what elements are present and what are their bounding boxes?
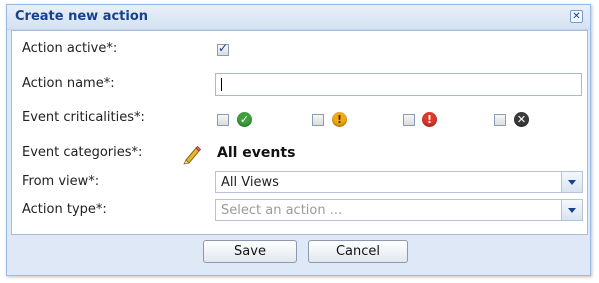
ok-status-icon: ✓ (237, 112, 252, 127)
action-active-checkbox[interactable] (217, 41, 229, 56)
event-categories-label: Event categories*: (22, 145, 143, 160)
criticality-warning-checkbox[interactable] (312, 114, 324, 126)
critical-status-icon: ! (422, 112, 437, 127)
dialog-title: Create new action (15, 9, 149, 24)
dialog-body: Action active*: Action name*: Event crit… (11, 30, 588, 235)
chevron-down-icon[interactable] (561, 200, 582, 220)
action-name-label: Action name*: (22, 76, 115, 91)
action-type-select[interactable]: Select an action ... (215, 199, 583, 221)
action-name-input[interactable] (215, 73, 582, 96)
criticality-critical-checkbox[interactable] (403, 114, 415, 126)
from-view-select[interactable]: All Views (215, 171, 583, 193)
dialog-titlebar[interactable]: Create new action ✕ (7, 5, 590, 30)
create-action-dialog: Create new action ✕ Action active*: Acti… (6, 4, 591, 276)
criticality-ok-checkbox[interactable] (217, 114, 229, 126)
cancel-button[interactable]: Cancel (308, 240, 408, 263)
event-criticalities-label: Event criticalities*: (22, 110, 145, 125)
action-active-label: Action active*: (22, 41, 118, 56)
from-view-label: From view*: (22, 174, 100, 189)
criticality-unknown-checkbox[interactable] (494, 114, 506, 126)
close-icon: ✕ (572, 11, 581, 22)
action-type-placeholder: Select an action ... (221, 203, 343, 218)
action-type-label: Action type*: (22, 202, 107, 217)
chevron-down-icon[interactable] (561, 172, 582, 192)
save-button[interactable]: Save (203, 240, 297, 263)
unknown-status-icon: ✕ (514, 112, 529, 127)
pencil-icon[interactable] (182, 145, 202, 165)
from-view-value: All Views (221, 175, 279, 190)
event-categories-value: All events (217, 145, 296, 161)
close-button[interactable]: ✕ (570, 10, 583, 23)
warning-status-icon: ! (332, 112, 347, 127)
text-caret (221, 78, 222, 91)
